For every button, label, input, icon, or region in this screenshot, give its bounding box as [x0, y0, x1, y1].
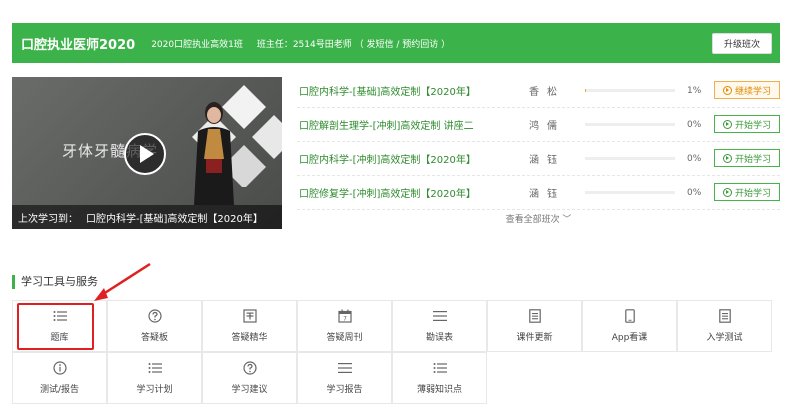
menu-lines-icon	[337, 361, 352, 375]
tool-phone-6[interactable]: App看课	[582, 300, 677, 352]
tool-label: 课件更新	[516, 333, 553, 343]
play-circle-icon	[722, 85, 732, 95]
progress-percent: 0%	[687, 119, 702, 130]
upgrade-class-button[interactable]: 升级班次	[712, 33, 772, 54]
list-icon	[433, 361, 447, 375]
tool-list-12[interactable]: 薄弱知识点	[392, 352, 487, 404]
tool-label: 答疑周刊	[326, 333, 363, 343]
course-row: 口腔内科学-[基础]高效定制【2020年】 香松 1% 继续学习	[297, 74, 780, 108]
last-study-bar[interactable]: 上次学习到： 口腔内科学-[基础]高效定制【2020年】	[12, 205, 282, 229]
play-circle-icon	[722, 187, 732, 197]
tool-document-5[interactable]: 课件更新	[487, 300, 582, 352]
phone-icon	[623, 309, 637, 323]
view-all-classes-link[interactable]: 查看全部班次 ﹀	[297, 212, 780, 225]
course-row: 口腔修复学-[冲刺]高效定制【2020年】 涵钰 0% 开始学习	[297, 176, 780, 210]
svg-text:7: 7	[343, 316, 347, 323]
tool-grid-box-2[interactable]: 答疑精华	[202, 300, 297, 352]
tool-label: 学习计划	[136, 385, 173, 395]
course-name-link[interactable]: 口腔解剖生理学-[冲刺]高效定制 讲座二	[299, 117, 474, 132]
document-icon	[718, 309, 732, 323]
tool-label: 学习报告	[326, 385, 363, 395]
info-circle-icon	[52, 361, 67, 375]
tool-label: 答疑精华	[231, 333, 268, 343]
class-name: 2020口腔执业高效1班	[151, 39, 243, 50]
start-learning-button[interactable]: 开始学习	[714, 149, 780, 167]
action-label: 开始学习	[734, 188, 771, 199]
tools-section-title: 学习工具与服务	[12, 275, 98, 289]
course-name-link[interactable]: 口腔修复学-[冲刺]高效定制【2020年】	[299, 185, 476, 200]
tool-label: 入学测试	[706, 333, 743, 343]
menu-lines-icon	[432, 309, 447, 323]
progress-percent: 0%	[687, 153, 702, 164]
course-name-link[interactable]: 口腔内科学-[基础]高效定制【2020年】	[299, 83, 476, 98]
tool-calendar-3[interactable]: 7 答疑周刊	[297, 300, 392, 352]
course-teacher: 涵钰	[529, 189, 565, 200]
tool-label: 勘误表	[425, 333, 453, 343]
course-list: 口腔内科学-[基础]高效定制【2020年】 香松 1% 继续学习口腔解剖生理学-[冲刺…	[297, 74, 780, 210]
course-title: 口腔执业医师2020	[21, 37, 136, 53]
play-button[interactable]	[124, 133, 166, 175]
last-study-course-link[interactable]: 口腔内科学-[基础]高效定制【2020年】	[86, 210, 263, 225]
document-icon	[528, 309, 542, 323]
tool-label: 测试/报告	[39, 385, 80, 395]
progress-bar	[585, 157, 675, 160]
continue-learning-button[interactable]: 继续学习	[714, 81, 780, 99]
start-learning-button[interactable]: 开始学习	[714, 115, 780, 133]
course-teacher: 涵钰	[529, 155, 565, 166]
start-learning-button[interactable]: 开始学习	[714, 183, 780, 201]
tool-question-circle-10[interactable]: 学习建议	[202, 352, 297, 404]
question-circle-icon	[147, 309, 162, 323]
action-label: 继续学习	[734, 86, 771, 97]
annotation-highlight-box	[17, 303, 94, 350]
play-circle-icon	[722, 153, 732, 163]
progress-percent: 0%	[687, 187, 702, 198]
question-circle-icon	[242, 361, 257, 375]
course-row: 口腔解剖生理学-[冲刺]高效定制 讲座二 鸿儒 0% 开始学习	[297, 108, 780, 142]
course-header: 口腔执业医师2020 2020口腔执业高效1班 班主任：2514号田老师 （ 发…	[12, 23, 780, 63]
play-circle-icon	[722, 119, 732, 129]
progress-fill	[585, 89, 586, 92]
progress-bar	[585, 123, 675, 126]
lecturer-image	[194, 102, 234, 205]
tool-list-9[interactable]: 学习计划	[107, 352, 202, 404]
tool-label: 答疑板	[140, 333, 168, 343]
action-label: 开始学习	[734, 154, 771, 165]
tool-label: 学习建议	[231, 385, 268, 395]
video-player[interactable]: 牙体牙髓病学 上次学习到： 口腔内科学-[基础]高效定制【2020年】	[12, 77, 282, 229]
tool-info-circle-8[interactable]: 测试/报告	[12, 352, 107, 404]
last-study-prefix: 上次学习到：	[18, 213, 78, 225]
list-icon	[148, 361, 162, 375]
teacher-info[interactable]: 班主任：2514号田老师 （ 发短信 / 预约回访 ）	[257, 37, 450, 50]
play-icon	[140, 145, 154, 163]
progress-bar	[585, 191, 675, 194]
tool-label: App看课	[611, 333, 648, 343]
tool-question-circle-1[interactable]: 答疑板	[107, 300, 202, 352]
grid-box-icon	[242, 309, 257, 323]
course-name-link[interactable]: 口腔内科学-[冲刺]高效定制【2020年】	[299, 151, 476, 166]
progress-bar	[585, 89, 675, 92]
course-row: 口腔内科学-[冲刺]高效定制【2020年】 涵钰 0% 开始学习	[297, 142, 780, 176]
action-label: 开始学习	[734, 120, 771, 131]
tool-menu-lines-4[interactable]: 勘误表	[392, 300, 487, 352]
progress-percent: 1%	[687, 85, 702, 96]
tool-label: 薄弱知识点	[416, 385, 462, 395]
course-teacher: 鸿儒	[529, 121, 565, 132]
tool-menu-lines-11[interactable]: 学习报告	[297, 352, 392, 404]
course-teacher: 香松	[529, 87, 565, 98]
tool-document-7[interactable]: 入学测试	[677, 300, 772, 352]
calendar-icon: 7	[337, 309, 352, 323]
